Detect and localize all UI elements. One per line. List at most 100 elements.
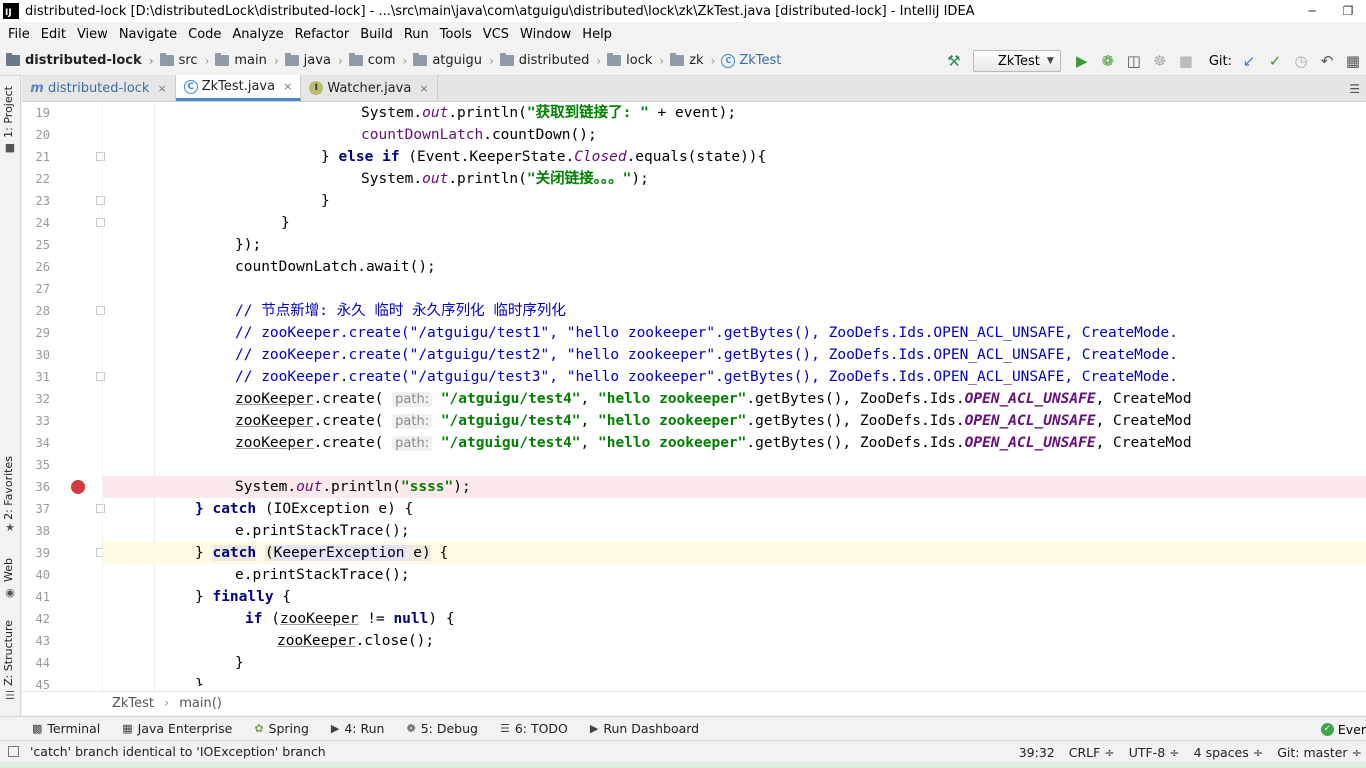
code-line[interactable]: } <box>103 212 1366 234</box>
code-line[interactable] <box>103 454 1366 476</box>
line-number[interactable]: 28 <box>22 300 50 322</box>
menu-edit[interactable]: Edit <box>37 27 70 42</box>
tab-distributed-lock[interactable]: m distributed-lock × <box>22 75 176 101</box>
debug-tab[interactable]: ❁ 5: Debug <box>406 721 477 736</box>
line-number[interactable]: 26 <box>22 256 50 278</box>
menu-help[interactable]: Help <box>578 27 616 42</box>
favorites-tool-tab[interactable]: 2: Favorites <box>2 456 15 520</box>
git-revert-icon[interactable]: ↶ <box>1314 49 1340 73</box>
menu-file[interactable]: File <box>4 27 34 42</box>
code-line[interactable]: zooKeeper.create( path: "/atguigu/test4"… <box>103 432 1366 454</box>
spring-tab[interactable]: ✿ Spring <box>254 721 309 736</box>
menu-window[interactable]: Window <box>516 27 575 42</box>
restore-button[interactable]: ❐ <box>1330 0 1366 22</box>
breadcrumb-java[interactable]: java › <box>284 53 343 68</box>
code-line[interactable]: System.out.println("关闭链接。。。"); <box>103 168 1366 190</box>
web-tool-tab[interactable]: Web <box>2 558 15 582</box>
todo-tab[interactable]: ☰ 6: TODO <box>500 721 568 736</box>
breadcrumb-lock[interactable]: lock › <box>607 53 664 68</box>
line-number[interactable]: 27 <box>22 278 50 300</box>
event-log-tab[interactable]: ✓ Ever <box>1320 717 1366 741</box>
code-line[interactable]: } <box>103 190 1366 212</box>
code-line[interactable]: // zooKeeper.create("/atguigu/test3", "h… <box>103 366 1366 388</box>
project-tool-tab[interactable]: 1: Project <box>2 86 15 138</box>
code-line[interactable]: zooKeeper.create( path: "/atguigu/test4"… <box>103 410 1366 432</box>
breadcrumb-project[interactable]: distributed-lock › <box>6 53 154 68</box>
line-number[interactable]: 43 <box>22 630 50 652</box>
code-line[interactable]: // zooKeeper.create("/atguigu/test2", "h… <box>103 344 1366 366</box>
line-number[interactable]: 33 <box>22 410 50 432</box>
build-hammer-icon[interactable]: ⚒ <box>941 49 967 73</box>
line-number[interactable]: 22 <box>22 168 50 190</box>
code-line[interactable]: countDownLatch.countDown(); <box>103 124 1366 146</box>
line-number[interactable]: 40 <box>22 564 50 586</box>
code-line[interactable]: e.printStackTrace(); <box>103 520 1366 542</box>
code-line[interactable]: // 节点新增: 永久 临时 永久序列化 临时序列化 <box>103 300 1366 322</box>
code-line[interactable]: } <box>103 652 1366 674</box>
stop-icon[interactable]: ■ <box>1173 49 1199 73</box>
breadcrumb-distributed[interactable]: distributed › <box>499 53 601 68</box>
minimize-button[interactable]: ─ <box>1294 0 1330 22</box>
java-enterprise-tab[interactable]: ▦ Java Enterprise <box>122 721 232 736</box>
line-number[interactable]: 32 <box>22 388 50 410</box>
code-line[interactable] <box>103 278 1366 300</box>
line-number[interactable]: 25 <box>22 234 50 256</box>
tab-watcher[interactable]: I Watcher.java × <box>301 75 438 101</box>
code-line[interactable]: if (zooKeeper != null) { <box>103 608 1366 630</box>
breadcrumb-com[interactable]: com › <box>348 53 407 68</box>
code-breadcrumb-class[interactable]: ZkTest <box>112 696 154 711</box>
breadcrumb-atguigu[interactable]: atguigu › <box>413 53 494 68</box>
close-icon[interactable]: × <box>283 80 292 93</box>
code-line-breakpoint[interactable]: System.out.println("ssss"); <box>103 476 1366 498</box>
code-breadcrumb-method[interactable]: main() <box>179 696 222 711</box>
line-number[interactable]: 37 <box>22 498 50 520</box>
menu-refactor[interactable]: Refactor <box>291 27 354 42</box>
debug-icon[interactable]: ❁ <box>1095 49 1121 73</box>
code-line[interactable]: } finally { <box>103 586 1366 608</box>
line-number[interactable]: 30 <box>22 344 50 366</box>
line-number[interactable]: 21 <box>22 146 50 168</box>
line-number[interactable]: 38 <box>22 520 50 542</box>
menu-code[interactable]: Code <box>184 27 225 42</box>
menu-vcs[interactable]: VCS <box>479 27 513 42</box>
line-number[interactable]: 29 <box>22 322 50 344</box>
line-number[interactable]: 41 <box>22 586 50 608</box>
git-history-icon[interactable]: ◷ <box>1288 49 1314 73</box>
close-icon[interactable]: × <box>157 82 166 95</box>
breakpoint-icon[interactable] <box>71 480 85 494</box>
profile-icon[interactable]: ☸ <box>1147 49 1173 73</box>
line-number[interactable]: 19 <box>22 102 50 124</box>
git-branch-selector[interactable]: Git: master ÷ <box>1277 745 1362 760</box>
run-icon[interactable]: ▶ <box>1069 49 1095 73</box>
code-line[interactable]: } else if (Event.KeeperState.Closed.equa… <box>103 146 1366 168</box>
menu-navigate[interactable]: Navigate <box>115 27 181 42</box>
run-tab[interactable]: ▶ 4: Run <box>331 721 385 736</box>
line-number[interactable]: 23 <box>22 190 50 212</box>
code-line[interactable]: zooKeeper.create( path: "/atguigu/test4"… <box>103 388 1366 410</box>
gutter[interactable]: 19 20 21 22 23 24 25 26 27 28 29 30 31 32 33 34 35 36 37 38… <box>22 102 132 691</box>
tool-windows-icon[interactable] <box>8 746 19 757</box>
indent-selector[interactable]: 4 spaces ÷ <box>1194 745 1264 760</box>
line-number[interactable]: 36 <box>22 476 50 498</box>
line-number[interactable]: 45 <box>22 674 50 691</box>
code-line-current[interactable]: } catch (KeeperException e) { <box>103 542 1366 564</box>
code-line[interactable]: }); <box>103 234 1366 256</box>
terminal-tab[interactable]: ▩ Terminal <box>32 721 100 736</box>
coverage-icon[interactable]: ◫ <box>1121 49 1147 73</box>
menu-view[interactable]: View <box>73 27 112 42</box>
menu-tools[interactable]: Tools <box>436 27 476 42</box>
run-dashboard-tab[interactable]: ▶ Run Dashboard <box>590 721 699 736</box>
line-number[interactable]: 42 <box>22 608 50 630</box>
breadcrumb-main[interactable]: main › <box>215 53 279 68</box>
line-number[interactable]: 20 <box>22 124 50 146</box>
code-line[interactable]: } <box>103 674 1366 686</box>
encoding-selector[interactable]: UTF-8 ÷ <box>1129 745 1180 760</box>
code-line[interactable]: zooKeeper.close(); <box>103 630 1366 652</box>
git-commit-icon[interactable]: ✓ <box>1262 49 1288 73</box>
structure-tool-tab[interactable]: Z: Structure <box>2 620 15 686</box>
breadcrumb-zk[interactable]: zk › <box>670 53 715 68</box>
menu-analyze[interactable]: Analyze <box>228 27 287 42</box>
menu-build[interactable]: Build <box>356 27 397 42</box>
more-icon[interactable]: ▦ <box>1340 49 1366 73</box>
code-line[interactable]: countDownLatch.await(); <box>103 256 1366 278</box>
